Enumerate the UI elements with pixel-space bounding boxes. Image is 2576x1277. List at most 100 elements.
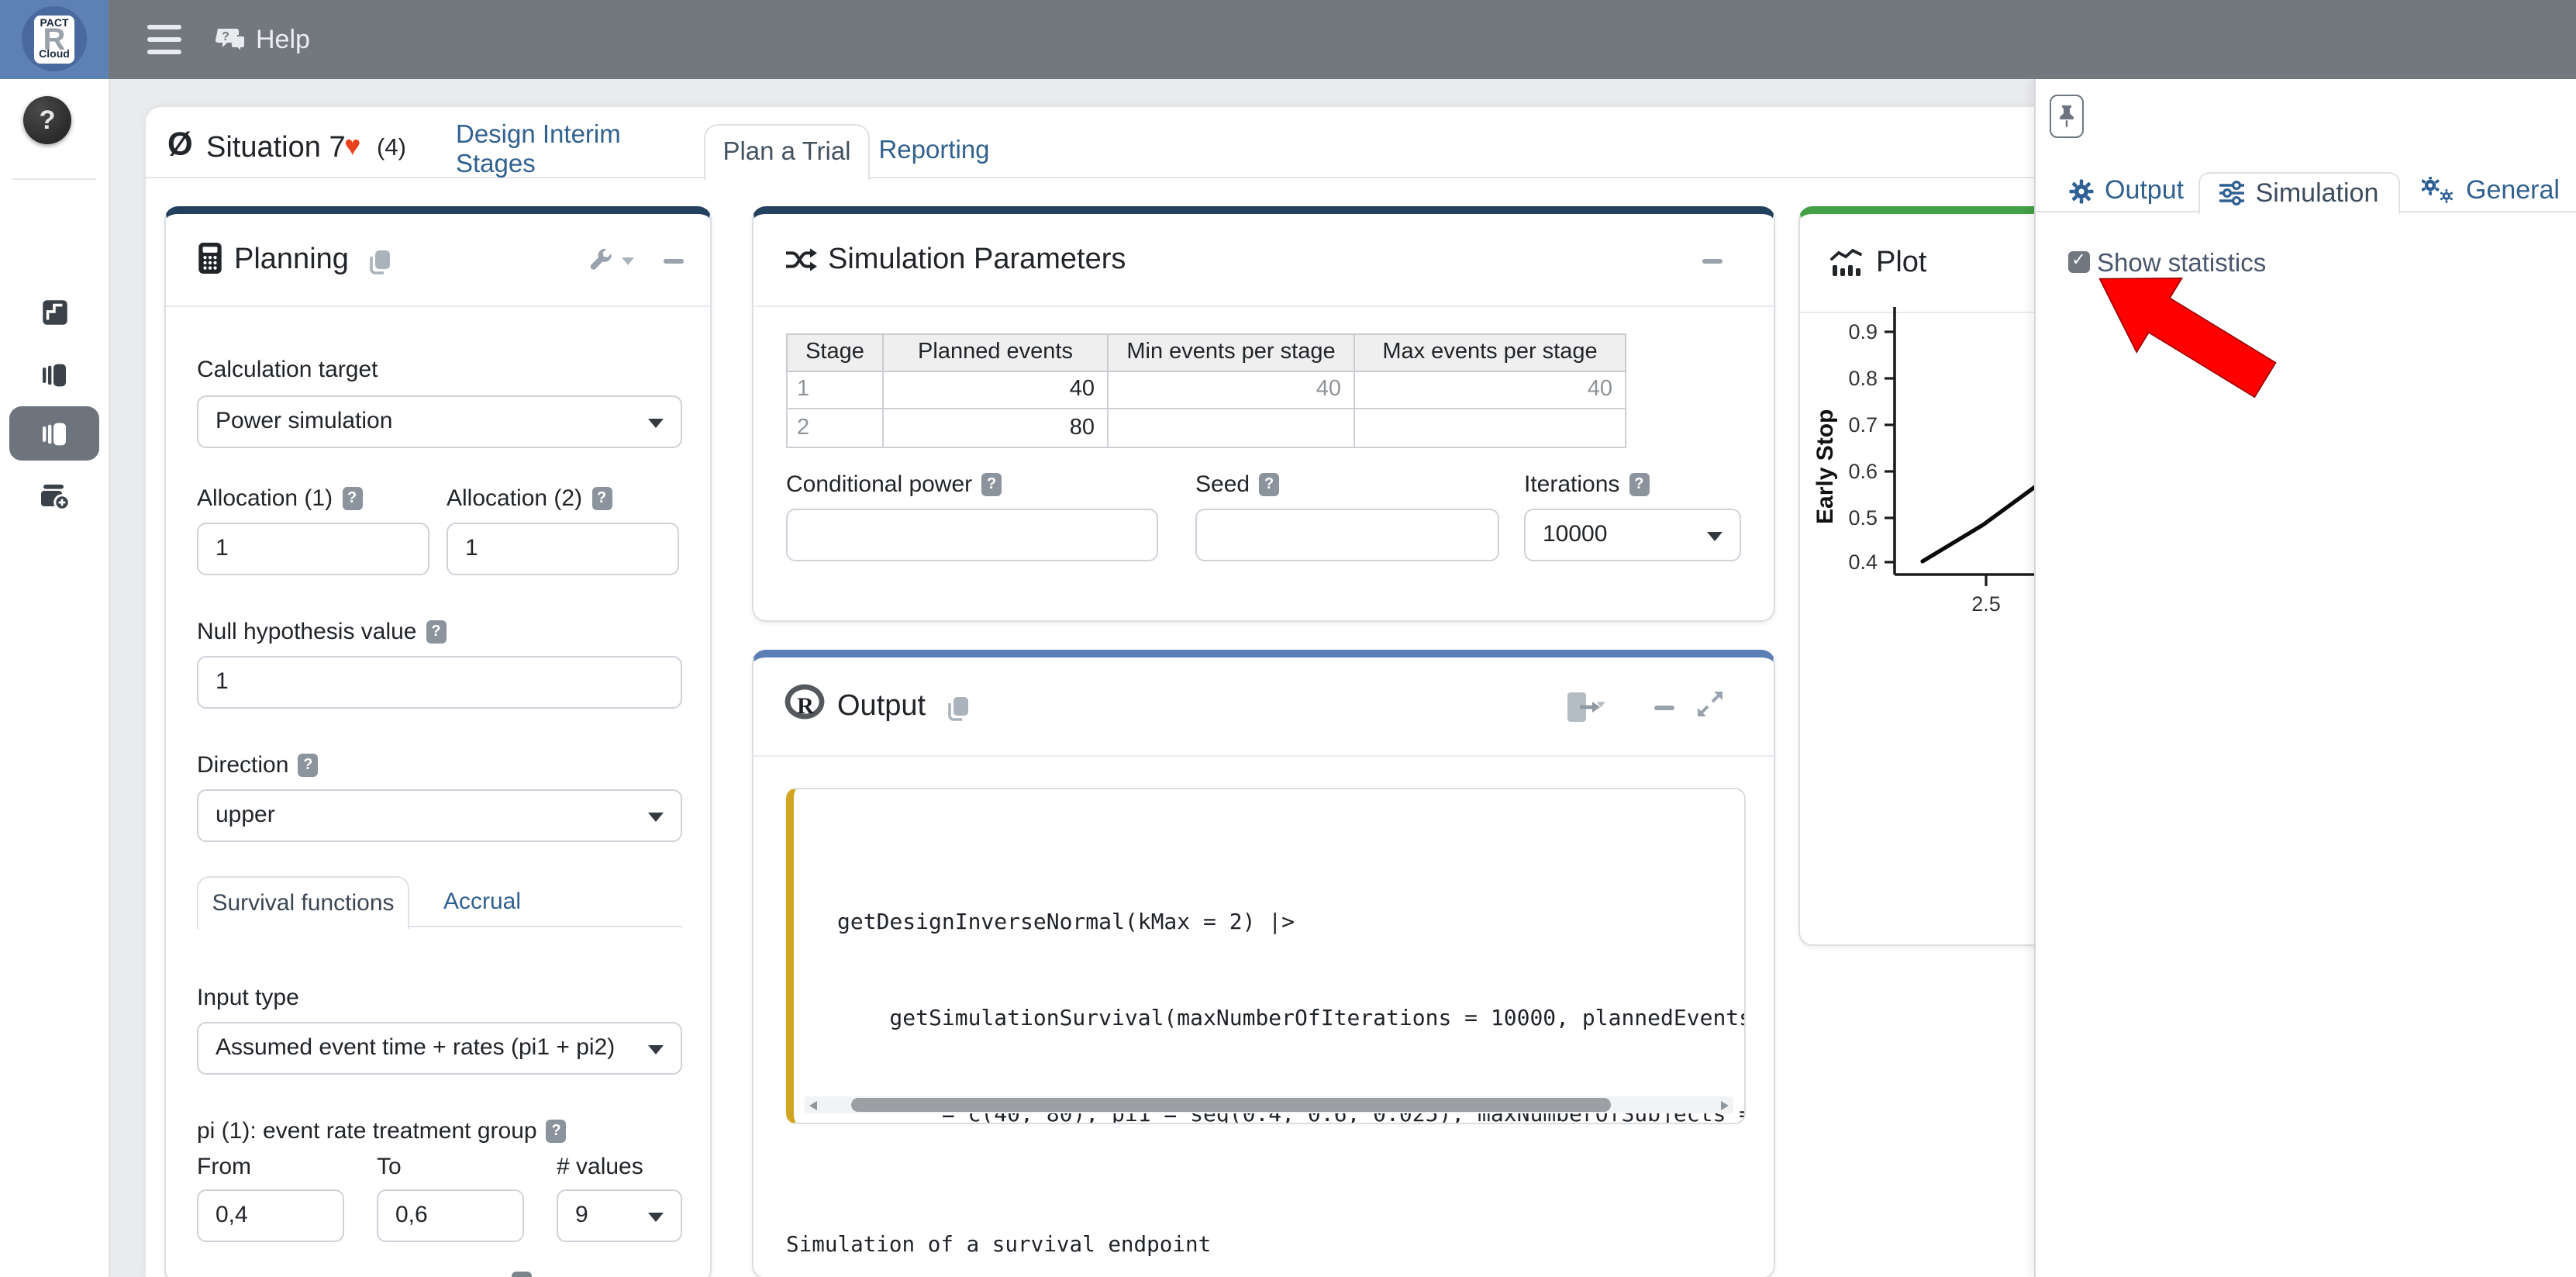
code-horizontal-scrollbar[interactable]	[805, 1096, 1733, 1113]
calculation-target-label: Calculation target	[197, 356, 378, 382]
rpact-cloud-logo[interactable]: PACT R Cloud	[0, 0, 109, 79]
tab-design-interim-stages[interactable]: Design Interim Stages	[456, 124, 678, 177]
sidebar-item-designs[interactable]	[9, 285, 99, 340]
direction-help-icon[interactable]: ?	[298, 753, 318, 776]
subtab-accrual[interactable]: Accrual	[428, 875, 536, 927]
ytick: 0.7	[1848, 412, 1878, 436]
help-chat-icon: ?	[214, 26, 247, 54]
panel-card-icon-active	[39, 418, 70, 449]
expand-output-icon[interactable]	[1695, 688, 1726, 719]
pi1-from-input[interactable]: 0,4	[197, 1189, 344, 1241]
allocation1-input[interactable]: 1	[197, 522, 429, 575]
sidebar-item-archive-add[interactable]	[9, 470, 99, 524]
wrench-icon[interactable]	[588, 246, 614, 272]
plot-ylabel: Early Stop	[1812, 392, 1839, 523]
logo-plate: PACT R Cloud	[34, 15, 74, 63]
planned-1[interactable]: 40	[883, 371, 1108, 409]
r-code-block[interactable]: getDesignInverseNormal(kMax = 2) |> getS…	[786, 788, 1746, 1124]
pin-panel-button[interactable]	[2049, 95, 2083, 138]
pi1-numvalues-select[interactable]: 9	[557, 1189, 682, 1241]
max-2[interactable]	[1354, 409, 1626, 447]
seed-input[interactable]	[1195, 508, 1499, 561]
pi1-numvalues-label: # values	[557, 1153, 643, 1179]
panel-tab-output-label: Output	[2105, 175, 2184, 206]
panel-tab-simulation[interactable]: Simulation	[2198, 171, 2399, 213]
copy-output-icon[interactable]	[943, 694, 971, 722]
gear-icon	[2067, 178, 2094, 204]
shuffle-icon	[785, 247, 817, 274]
input-type-select[interactable]: Assumed event time + rates (pi1 + pi2)	[197, 1021, 682, 1074]
subtab-survival-functions[interactable]: Survival functions	[197, 875, 409, 928]
seed-help-icon[interactable]: ?	[1259, 472, 1279, 495]
direction-label: Direction?	[197, 751, 318, 778]
scrollbar-thumb[interactable]	[851, 1098, 1611, 1113]
svg-text:?: ?	[222, 30, 229, 43]
collapse-planning-button[interactable]	[664, 258, 684, 263]
table-row: 1 40 40 40	[787, 371, 1626, 409]
scroll-left-icon[interactable]	[809, 1100, 817, 1110]
logo-circle: PACT R Cloud	[22, 6, 87, 71]
tab-reporting[interactable]: Reporting	[876, 124, 992, 177]
collapse-simparams-button[interactable]	[1702, 258, 1723, 263]
design-steps-icon	[38, 296, 71, 329]
null-hypothesis-help-icon[interactable]: ?	[426, 620, 447, 643]
col-min: Min events per stage	[1108, 333, 1354, 371]
red-arrow-annotation	[2078, 262, 2286, 408]
clipped-checkbox[interactable]	[512, 1272, 532, 1277]
copy-icon[interactable]	[364, 247, 392, 275]
top-header: PACT R Cloud ? Help	[0, 0, 2576, 79]
heart-icon[interactable]: ♥	[344, 130, 360, 163]
allocation2-input[interactable]: 1	[447, 522, 679, 575]
events-table-header-row: Stage Planned events Min events per stag…	[787, 333, 1626, 371]
iterations-label: Iterations?	[1524, 471, 1649, 497]
situation-title: Situation 7	[206, 132, 346, 166]
seed-label: Seed?	[1195, 471, 1279, 497]
scroll-right-icon[interactable]	[1721, 1100, 1729, 1110]
help-button[interactable]: ? Help	[214, 19, 310, 62]
wrench-caret-icon[interactable]	[622, 257, 634, 264]
min-2[interactable]	[1108, 409, 1354, 447]
allocation2-label: Allocation (2)?	[447, 485, 612, 511]
direction-select[interactable]: upper	[197, 789, 682, 841]
chevron-down-icon	[648, 418, 664, 427]
conditional-power-input[interactable]	[786, 508, 1158, 561]
sidebar-item-situations[interactable]	[9, 347, 99, 402]
planned-2[interactable]: 80	[883, 409, 1108, 447]
conditional-power-help-icon[interactable]: ?	[981, 472, 1002, 495]
chevron-down-icon	[648, 1212, 664, 1221]
null-hypothesis-input[interactable]: 1	[197, 655, 682, 708]
user-avatar[interactable]: ?	[23, 96, 71, 144]
max-1[interactable]: 40	[1354, 371, 1626, 409]
menu-icon[interactable]	[147, 25, 181, 54]
code-line: getSimulationSurvival(maxNumberOfIterati…	[837, 1003, 1746, 1036]
panel-tab-general-label: General	[2466, 175, 2560, 206]
output-title: Output	[837, 689, 926, 723]
calculator-icon	[197, 241, 223, 274]
panel-tab-output[interactable]: Output	[2067, 171, 2184, 210]
pi1-to-input[interactable]: 0,6	[377, 1189, 524, 1241]
planning-card-header: Planning	[166, 213, 710, 306]
panel-tab-general[interactable]: General	[2421, 171, 2560, 210]
sidebar-item-plan-active[interactable]	[9, 406, 99, 461]
iterations-select[interactable]: 10000	[1524, 508, 1741, 561]
calculation-target-select[interactable]: Power simulation	[197, 395, 682, 447]
collapse-output-button[interactable]	[1654, 705, 1674, 709]
simparams-card-header: Simulation Parameters	[753, 213, 1774, 306]
export-icon[interactable]	[1566, 689, 1612, 723]
allocation1-help-icon[interactable]: ?	[342, 486, 362, 509]
iterations-help-icon[interactable]: ?	[1629, 472, 1649, 495]
pi1-help-icon[interactable]: ?	[547, 1119, 567, 1142]
panel-tab-simulation-label: Simulation	[2256, 178, 2379, 209]
logo-line2: Cloud	[34, 49, 74, 60]
events-table: Stage Planned events Min events per stag…	[786, 333, 1626, 447]
allocation2-help-icon[interactable]: ?	[591, 486, 612, 509]
ytick: 0.6	[1848, 459, 1878, 482]
planning-title: Planning	[234, 243, 349, 277]
input-type-label: Input type	[197, 984, 299, 1010]
min-1[interactable]: 40	[1108, 371, 1354, 409]
stage-1: 1	[787, 371, 883, 409]
ytick: 0.9	[1848, 319, 1878, 343]
tab-plan-a-trial[interactable]: Plan a Trial	[704, 124, 870, 180]
output-card: R Output getDesignInv	[752, 649, 1775, 1277]
screenshot-viewport: PACT R Cloud ? Help	[0, 0, 2576, 1277]
